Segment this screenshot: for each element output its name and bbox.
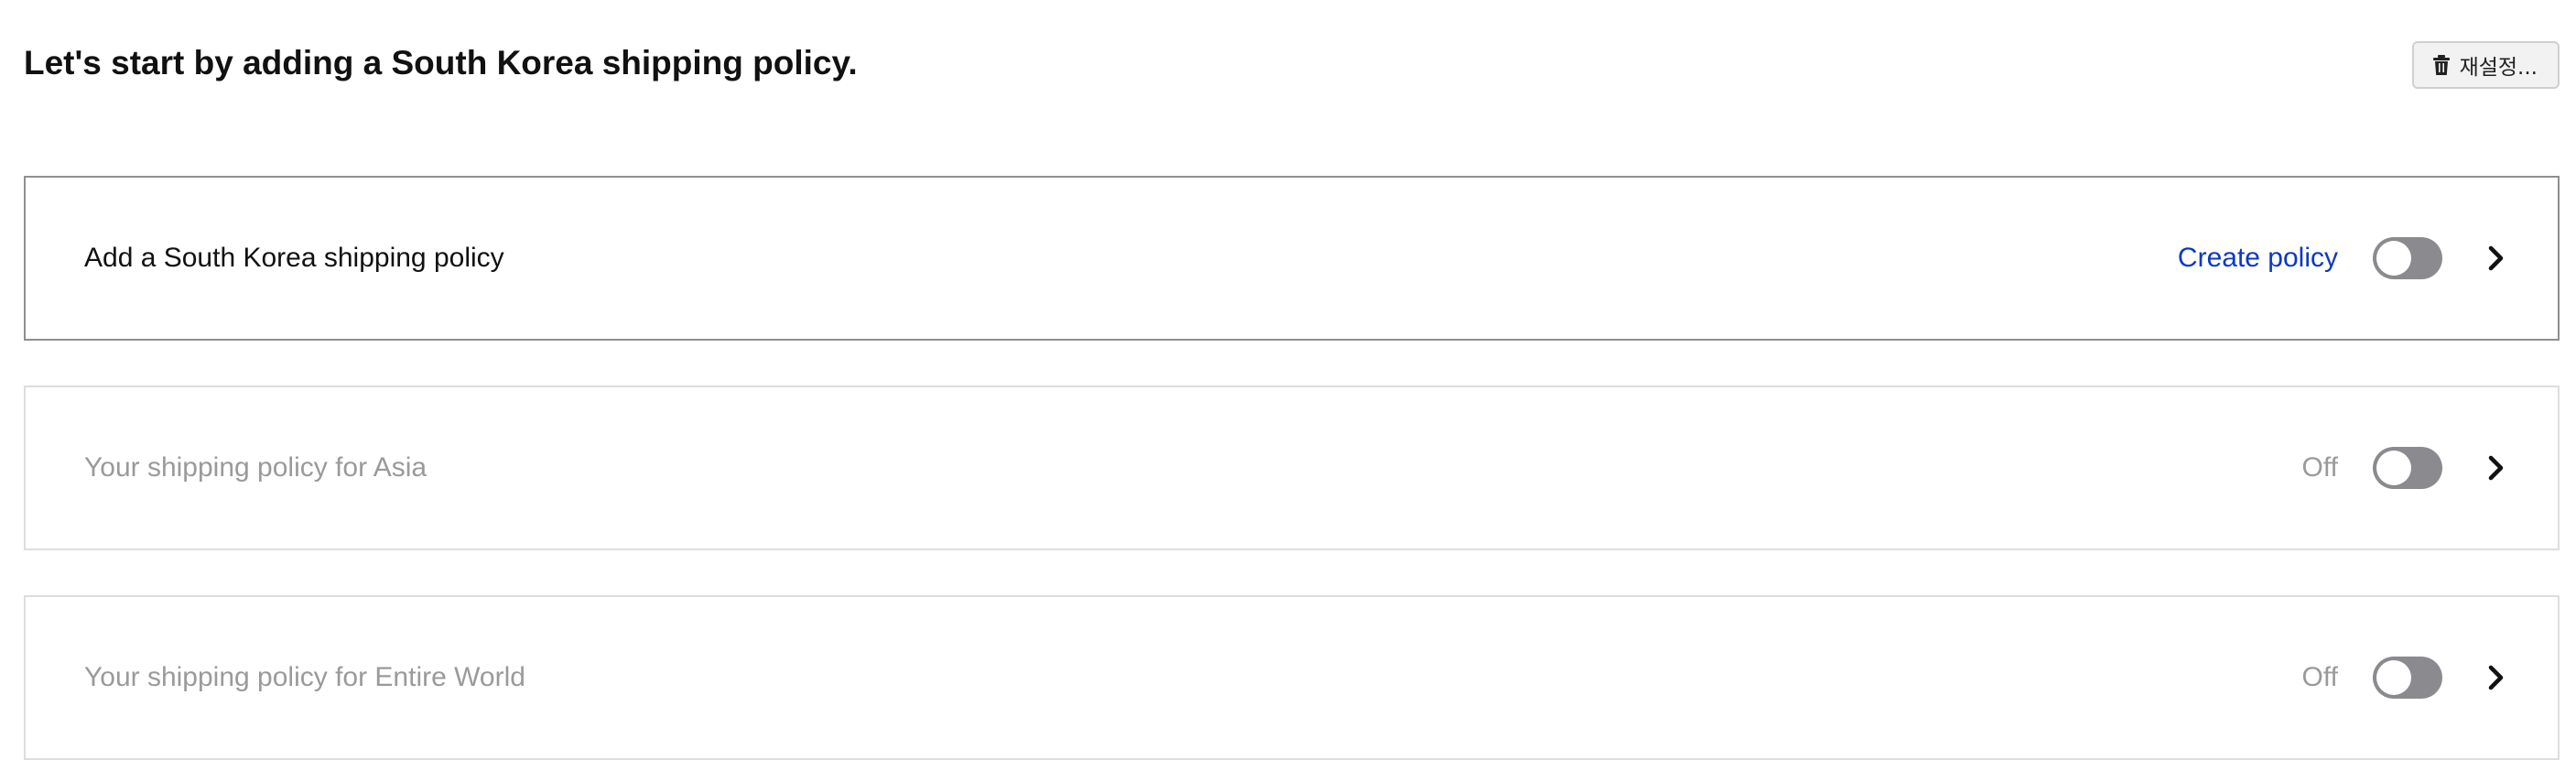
reset-button[interactable]: 재설정...: [2411, 41, 2560, 89]
toggle-knob: [2376, 660, 2411, 695]
toggle-knob: [2376, 241, 2411, 276]
policy-label: Add a South Korea shipping policy: [84, 243, 504, 273]
page-title: Let's start by adding a South Korea ship…: [24, 44, 858, 81]
create-policy-link[interactable]: Create policy: [2178, 243, 2338, 274]
policy-toggle[interactable]: [2373, 447, 2442, 489]
policy-card-entire-world[interactable]: Your shipping policy for Entire World Of…: [24, 595, 2560, 760]
policy-card-asia[interactable]: Your shipping policy for Asia Off: [24, 386, 2560, 550]
page-header: Let's start by adding a South Korea ship…: [24, 0, 2560, 137]
policy-toggle[interactable]: [2373, 237, 2442, 279]
toggle-knob: [2376, 451, 2411, 485]
policy-status: Off: [2301, 452, 2338, 483]
policy-card-south-korea[interactable]: Add a South Korea shipping policy Create…: [24, 176, 2560, 341]
policy-status: Off: [2301, 662, 2338, 692]
chevron-right-icon[interactable]: [2486, 664, 2506, 691]
policy-toggle[interactable]: [2373, 657, 2442, 699]
trash-icon: [2432, 54, 2451, 76]
chevron-right-icon[interactable]: [2486, 244, 2506, 272]
policy-label: Your shipping policy for Entire World: [84, 662, 525, 692]
reset-button-label: 재설정...: [2459, 56, 2538, 80]
chevron-right-icon[interactable]: [2486, 454, 2506, 482]
policy-label: Your shipping policy for Asia: [84, 452, 428, 483]
